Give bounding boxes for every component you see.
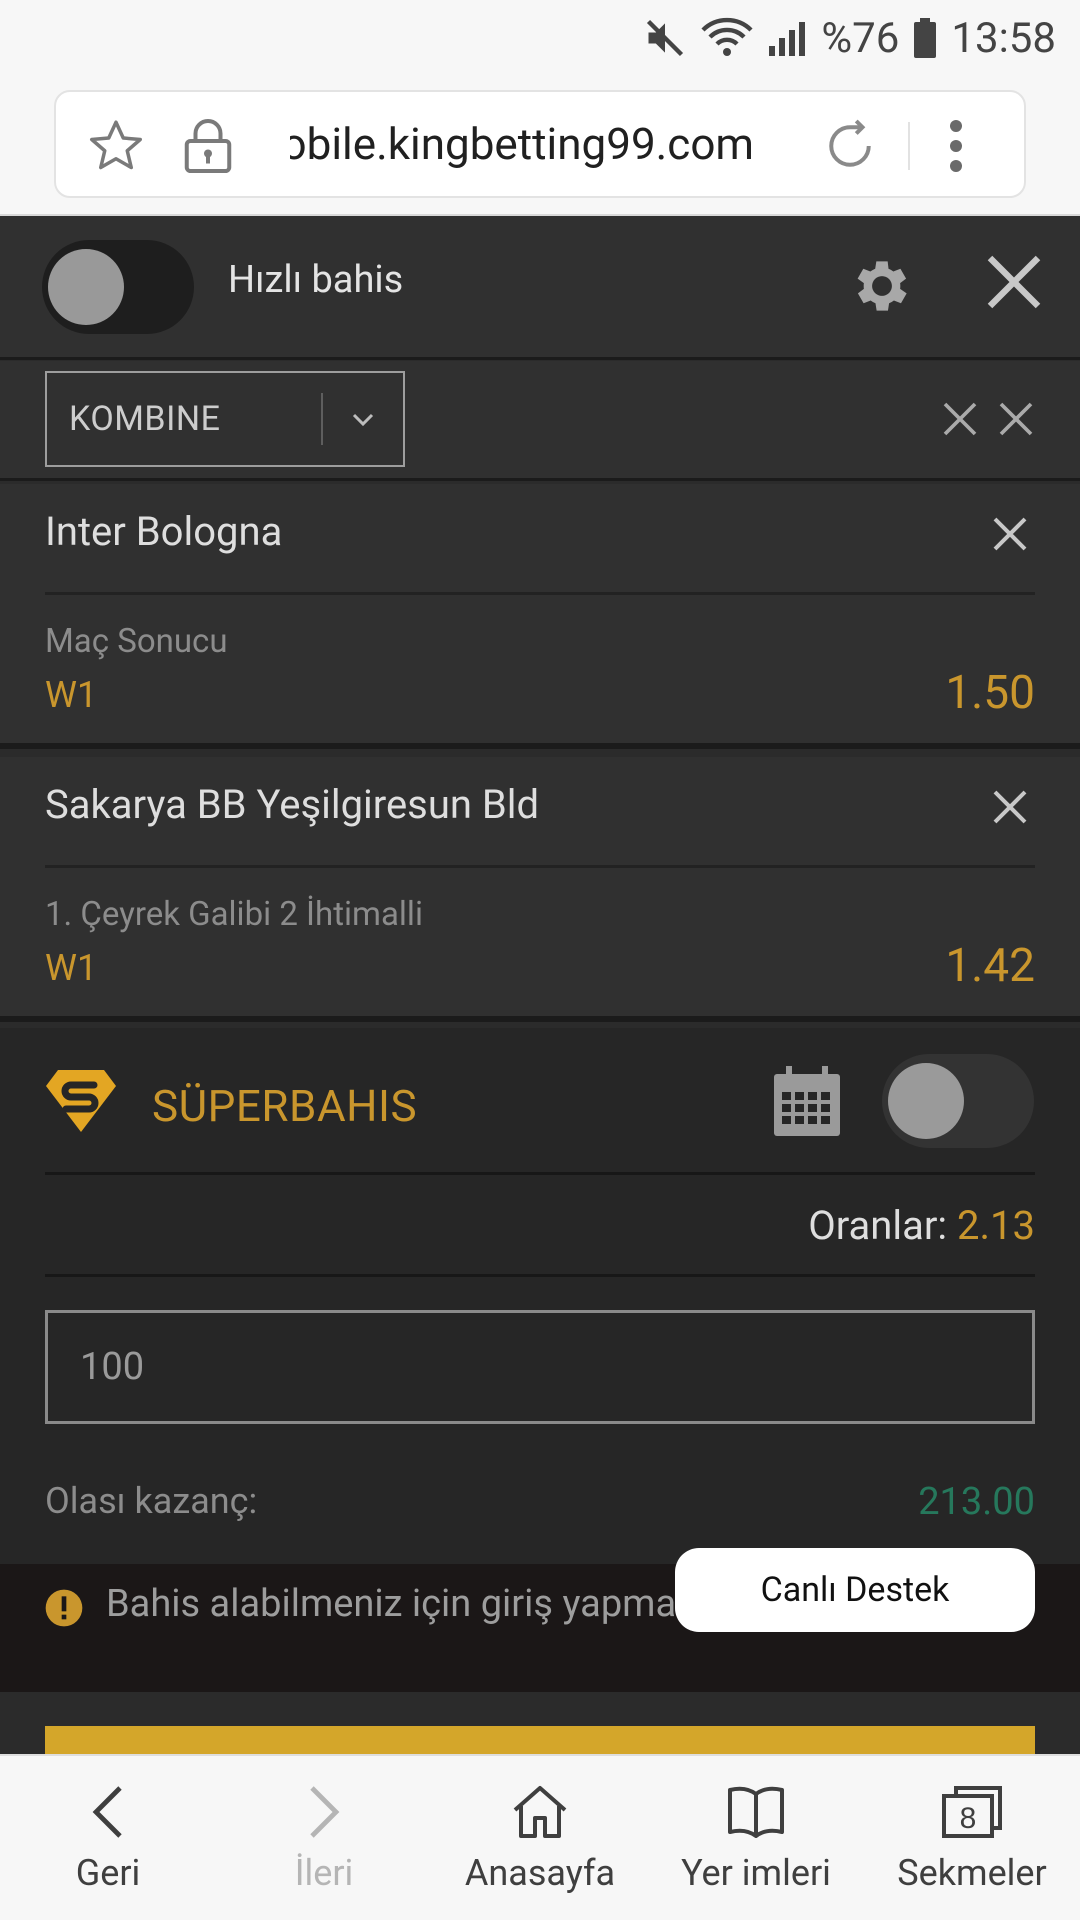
clear-x-icon <box>999 402 1033 436</box>
bet-pick: W1 <box>45 674 98 716</box>
chevron-right-icon <box>306 1782 342 1842</box>
nav-label: Anasayfa <box>464 1852 616 1894</box>
bet-type-select[interactable]: KOMBINE <box>45 371 405 467</box>
mute-icon <box>643 16 687 60</box>
nav-home-button[interactable]: Anasayfa <box>432 1756 648 1920</box>
bet-card: Inter Bologna Maç Sonucu W1 1.50 <box>0 484 1080 749</box>
total-odds-value: 2.13 <box>957 1202 1035 1249</box>
lock-icon[interactable] <box>180 116 236 180</box>
bet-type-row: KOMBINE <box>0 361 1080 481</box>
calendar-icon[interactable] <box>772 1066 842 1142</box>
superbet-toggle[interactable] <box>882 1054 1034 1148</box>
bet-teams: Inter Bologna <box>45 508 283 555</box>
browser-bottom-nav: Geri İleri Anasayfa Yer imleri 8 Sekmele… <box>0 1754 1080 1920</box>
warning-icon <box>44 1588 84 1632</box>
place-bet-button[interactable] <box>45 1726 1035 1754</box>
nav-back-button[interactable]: Geri <box>0 1756 216 1920</box>
battery-icon <box>913 18 937 58</box>
tabs-icon: 8 <box>940 1782 1004 1842</box>
more-options-icon[interactable] <box>944 116 968 180</box>
stake-input[interactable] <box>45 1310 1035 1424</box>
superbet-divider <box>45 1172 1035 1175</box>
battery-percent: %76 <box>821 13 900 63</box>
settings-gear-icon[interactable] <box>848 252 916 324</box>
superbet-title: SÜPERBAHIS <box>152 1080 418 1132</box>
nav-label: Geri <box>75 1852 141 1894</box>
clear-x-icon <box>943 402 977 436</box>
bet-odd: 1.50 <box>945 666 1035 720</box>
wifi-icon <box>701 16 753 60</box>
bet-market: 1. Çeyrek Galibi 2 İhtimalli <box>45 895 423 934</box>
live-support-button[interactable]: Canlı Destek <box>675 1548 1035 1632</box>
superbet-section: SÜPERBAHIS Oranlar: 2.13 Olası kazanç: 2… <box>0 1028 1080 1564</box>
nav-tabs-button[interactable]: 8 Sekmeler <box>864 1756 1080 1920</box>
card-divider <box>45 592 1035 595</box>
remove-bet-icon[interactable] <box>990 787 1030 831</box>
odds-divider <box>45 1274 1035 1277</box>
bet-teams: Sakarya BB Yeşilgiresun Bld <box>45 781 540 828</box>
nav-label: Yer imleri <box>681 1852 831 1894</box>
quick-bet-label: Hızlı bahis <box>228 258 404 302</box>
home-icon <box>511 1782 569 1842</box>
clock: 13:58 <box>951 13 1056 63</box>
possible-win-value: 213.00 <box>918 1480 1035 1524</box>
remove-bet-icon[interactable] <box>990 514 1030 558</box>
bet-card: Sakarya BB Yeşilgiresun Bld 1. Çeyrek Ga… <box>0 757 1080 1022</box>
card-divider <box>45 865 1035 868</box>
clear-all-bets-button[interactable] <box>940 399 1036 439</box>
address-bar[interactable]: mobile.kingbetting99.com <box>54 90 1026 198</box>
nav-bookmarks-button[interactable]: Yer imleri <box>648 1756 864 1920</box>
possible-win-label: Olası kazanç: <box>45 1480 258 1522</box>
bet-type-value: KOMBINE <box>69 399 221 439</box>
superbet-toggle-knob <box>888 1063 964 1139</box>
signal-icon <box>767 18 807 58</box>
nav-label: Sekmeler <box>897 1852 1047 1894</box>
browser-toolbar: mobile.kingbetting99.com <box>0 76 1080 216</box>
bet-odd: 1.42 <box>945 939 1035 993</box>
close-betslip-icon[interactable] <box>982 250 1046 318</box>
bet-market: Maç Sonucu <box>45 622 228 661</box>
quick-bet-toggle-knob <box>48 249 124 325</box>
total-odds-label: Oranlar: <box>808 1202 948 1249</box>
url-text[interactable]: mobile.kingbetting99.com <box>290 92 754 196</box>
reload-icon[interactable] <box>820 116 880 180</box>
status-bar: %76 13:58 <box>0 0 1080 76</box>
address-bar-divider <box>908 122 910 170</box>
quick-bet-toggle[interactable] <box>42 240 194 334</box>
bet-pick: W1 <box>45 947 98 989</box>
betslip-header: Hızlı bahis <box>0 216 1080 360</box>
chevron-down-icon <box>323 409 403 429</box>
chevron-left-icon <box>90 1782 126 1842</box>
superbet-logo-icon <box>44 1068 118 1138</box>
tab-count: 8 <box>960 1802 977 1835</box>
open-book-icon <box>726 1782 786 1842</box>
nav-forward-button[interactable]: İleri <box>216 1756 432 1920</box>
nav-label: İleri <box>294 1852 354 1894</box>
star-bookmark-icon[interactable] <box>86 116 146 180</box>
total-odds: Oranlar: 2.13 <box>808 1202 1035 1249</box>
